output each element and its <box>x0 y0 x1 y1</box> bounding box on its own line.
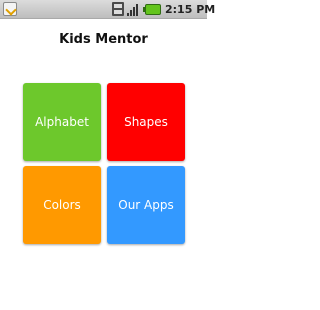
battery-icon <box>143 4 161 15</box>
network-icon <box>112 2 124 16</box>
our-apps-button[interactable]: Our Apps <box>107 166 185 244</box>
shapes-button[interactable]: Shapes <box>107 83 185 161</box>
status-bar: 2:15 PM <box>0 0 215 19</box>
colors-label: Colors <box>43 198 81 212</box>
our-apps-label: Our Apps <box>118 198 174 212</box>
shapes-label: Shapes <box>124 115 168 129</box>
alphabet-button[interactable]: Alphabet <box>23 83 101 161</box>
alphabet-label: Alphabet <box>35 115 89 129</box>
notification-icon[interactable] <box>3 2 17 16</box>
app-title: Kids Mentor <box>59 32 148 47</box>
colors-button[interactable]: Colors <box>23 166 101 244</box>
status-time: 2:15 PM <box>165 3 216 16</box>
signal-icon <box>127 3 141 16</box>
